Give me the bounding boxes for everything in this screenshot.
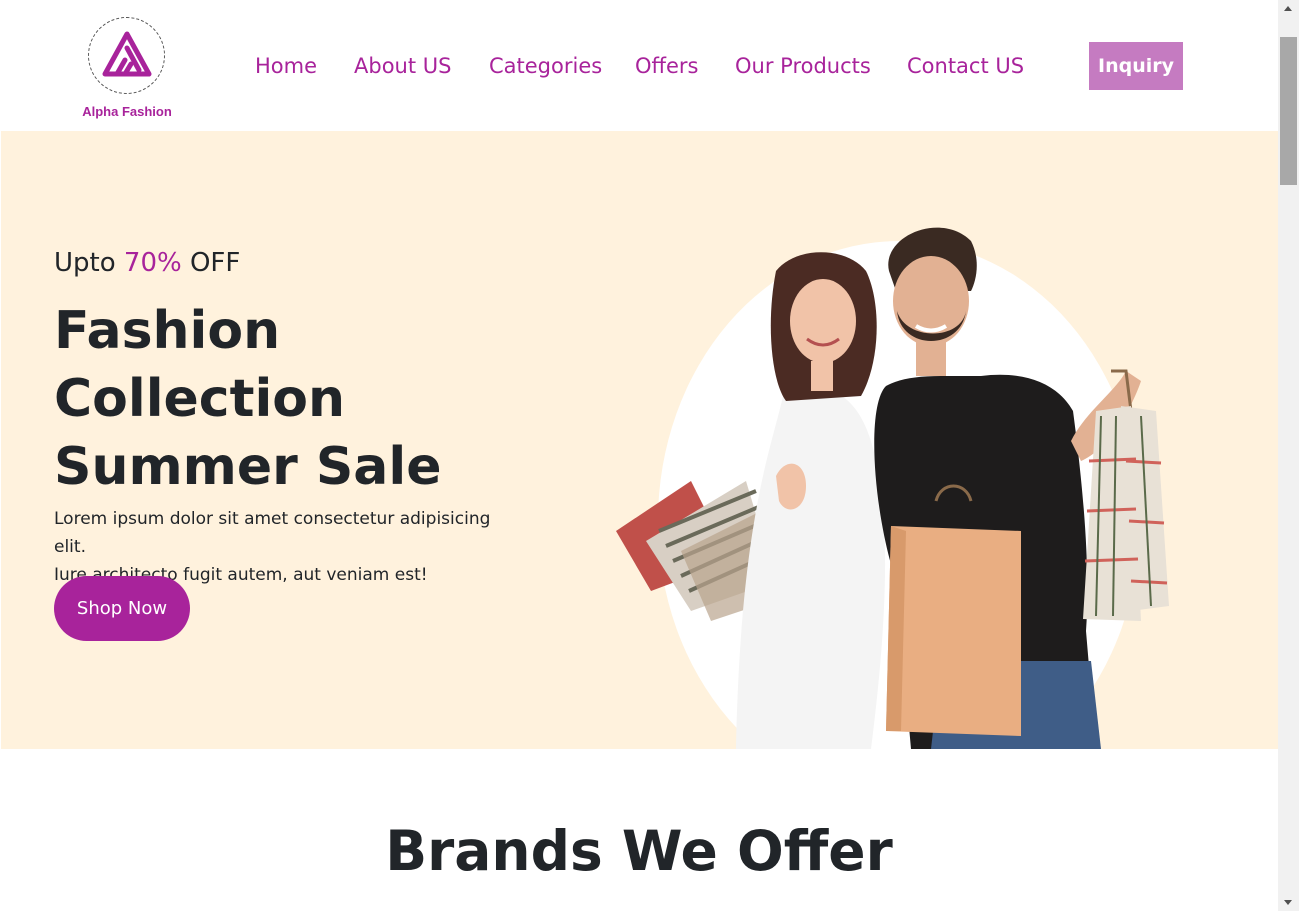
logo-text: Alpha Fashion	[82, 104, 172, 119]
headline-line-3: Summer Sale	[54, 437, 442, 497]
arrow-up-icon[interactable]	[1278, 0, 1299, 17]
promo-text: Upto 70% OFF	[54, 243, 614, 283]
brand-logo[interactable]: Alpha Fashion	[76, 16, 178, 122]
hero-section: Upto 70% OFF Fashion Collection Summer S…	[1, 131, 1278, 749]
scroll-thumb[interactable]	[1280, 37, 1297, 185]
nav-contact-us[interactable]: Contact US	[907, 50, 1024, 82]
promo-prefix: Upto	[54, 248, 124, 278]
nav-offers[interactable]: Offers	[635, 50, 699, 82]
headline-line-2: Collection	[54, 369, 346, 429]
shop-now-button[interactable]: Shop Now	[54, 576, 190, 641]
nav-categories[interactable]: Categories	[489, 50, 602, 82]
hero-headline: Fashion Collection Summer Sale	[54, 297, 614, 501]
arrow-down-icon[interactable]	[1278, 894, 1299, 911]
nav-about-us[interactable]: About US	[354, 50, 451, 82]
nav-home[interactable]: Home	[255, 50, 317, 82]
description-line-1: Lorem ipsum dolor sit amet consectetur a…	[54, 509, 491, 557]
alpha-triangle-logo-icon	[102, 31, 152, 77]
inquiry-button[interactable]: Inquiry	[1089, 42, 1183, 90]
nav-our-products[interactable]: Our Products	[735, 50, 871, 82]
brands-section-title: Brands We Offer	[385, 819, 893, 883]
shopping-couple-illustration	[616, 227, 1169, 749]
hero-image	[611, 211, 1191, 749]
scroll-track[interactable]	[1278, 17, 1299, 894]
vertical-scrollbar[interactable]	[1278, 0, 1299, 911]
page: Alpha Fashion Home About US Categories O…	[0, 0, 1278, 911]
site-header: Alpha Fashion Home About US Categories O…	[0, 0, 1278, 131]
promo-suffix: OFF	[181, 248, 241, 278]
hero-text: Upto 70% OFF Fashion Collection Summer S…	[54, 243, 614, 589]
woman-figure	[736, 252, 886, 749]
headline-line-1: Fashion	[54, 301, 281, 361]
promo-percent: 70%	[123, 248, 182, 278]
logo-circle	[88, 17, 165, 94]
